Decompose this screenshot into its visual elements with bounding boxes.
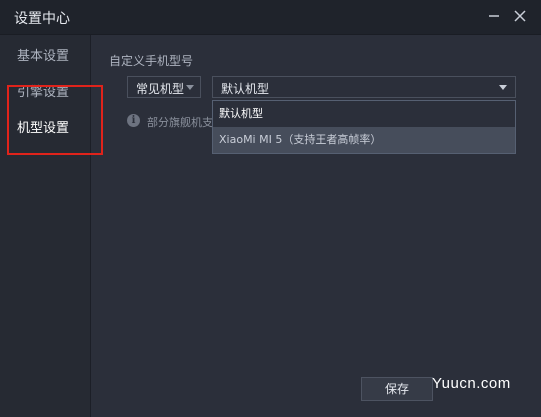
watermark-text: Yuucn.com: [432, 375, 511, 392]
highlight-box: [7, 85, 103, 155]
title-bar: 设置中心: [0, 0, 541, 35]
chevron-down-icon: [186, 85, 194, 90]
info-icon: i: [127, 114, 140, 127]
dropdown-option-xiaomi-mi5[interactable]: XiaoMi MI 5（支持王者高帧率）: [213, 127, 515, 153]
hint-text: 部分旗舰机支: [147, 116, 212, 129]
category-select[interactable]: 常见机型: [127, 76, 201, 98]
minimize-icon: [489, 15, 499, 17]
main-content: 自定义手机型号 常见机型 默认机型 i 部分旗舰机支 默认机型 XiaoMi M…: [91, 35, 541, 417]
category-select-value: 常见机型: [136, 82, 185, 96]
dropdown-option-default[interactable]: 默认机型: [213, 101, 515, 127]
chevron-down-icon: [499, 85, 507, 90]
save-button[interactable]: 保存: [361, 377, 433, 401]
window-title: 设置中心: [14, 11, 70, 27]
model-dropdown-list: 默认机型 XiaoMi MI 5（支持王者高帧率）: [212, 100, 516, 154]
model-select[interactable]: 默认机型: [212, 76, 516, 98]
close-icon: [514, 10, 526, 22]
model-select-value: 默认机型: [221, 82, 270, 96]
sidebar-item-basic[interactable]: 基本设置: [17, 45, 69, 64]
close-button[interactable]: [512, 8, 528, 24]
section-label: 自定义手机型号: [109, 54, 194, 68]
minimize-button[interactable]: [486, 8, 502, 24]
